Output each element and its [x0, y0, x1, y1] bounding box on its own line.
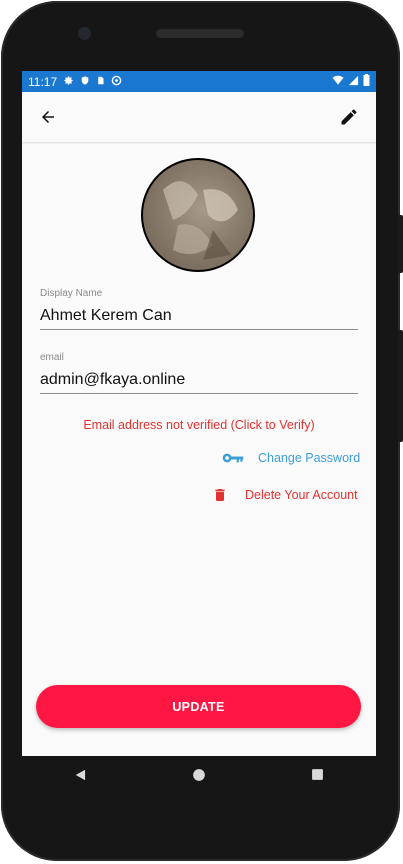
trash-icon: [212, 486, 228, 504]
delete-account-label: Delete Your Account: [245, 488, 358, 502]
earpiece-speaker: [156, 29, 244, 38]
display-name-input[interactable]: Ahmet Kerem Can: [40, 307, 358, 330]
sync-icon: [111, 75, 122, 89]
change-password-label: Change Password: [258, 451, 361, 465]
pencil-icon[interactable]: [337, 105, 361, 129]
signal-icon: [348, 75, 359, 89]
back-triangle-icon[interactable]: [74, 768, 88, 787]
display-name-label: Display Name: [40, 288, 103, 299]
front-camera: [78, 27, 91, 40]
status-bar: 11:17: [22, 71, 376, 92]
display-name-field[interactable]: Display Name Ahmet Kerem Can: [40, 288, 358, 330]
arrow-left-icon[interactable]: [36, 105, 60, 129]
recents-square-icon[interactable]: [311, 768, 324, 786]
email-input[interactable]: admin@fkaya.online: [40, 371, 358, 394]
update-button[interactable]: UPDATE: [36, 685, 361, 728]
battery-icon: [363, 74, 370, 89]
power-button: [398, 215, 403, 273]
verify-email-link[interactable]: Email address not verified (Click to Ver…: [22, 418, 376, 432]
key-icon: [222, 451, 244, 465]
shield-icon: [80, 75, 90, 89]
email-label: email: [40, 352, 64, 363]
update-button-label: UPDATE: [172, 699, 225, 714]
system-nav-bar: [22, 756, 376, 798]
volume-button: [398, 330, 403, 442]
status-time: 11:17: [28, 74, 58, 89]
screen: 11:17 Display Name Ahmet Kerem Can email…: [22, 71, 376, 756]
delete-account-button[interactable]: Delete Your Account: [212, 486, 358, 504]
home-circle-icon[interactable]: [192, 768, 206, 787]
change-password-button[interactable]: Change Password: [222, 451, 360, 465]
wifi-icon: [332, 75, 344, 89]
sim-card-icon: [96, 75, 105, 89]
profile-avatar[interactable]: [141, 158, 255, 272]
app-bar: [22, 92, 376, 142]
gear-icon: [63, 75, 74, 89]
email-field[interactable]: email admin@fkaya.online: [40, 352, 358, 394]
